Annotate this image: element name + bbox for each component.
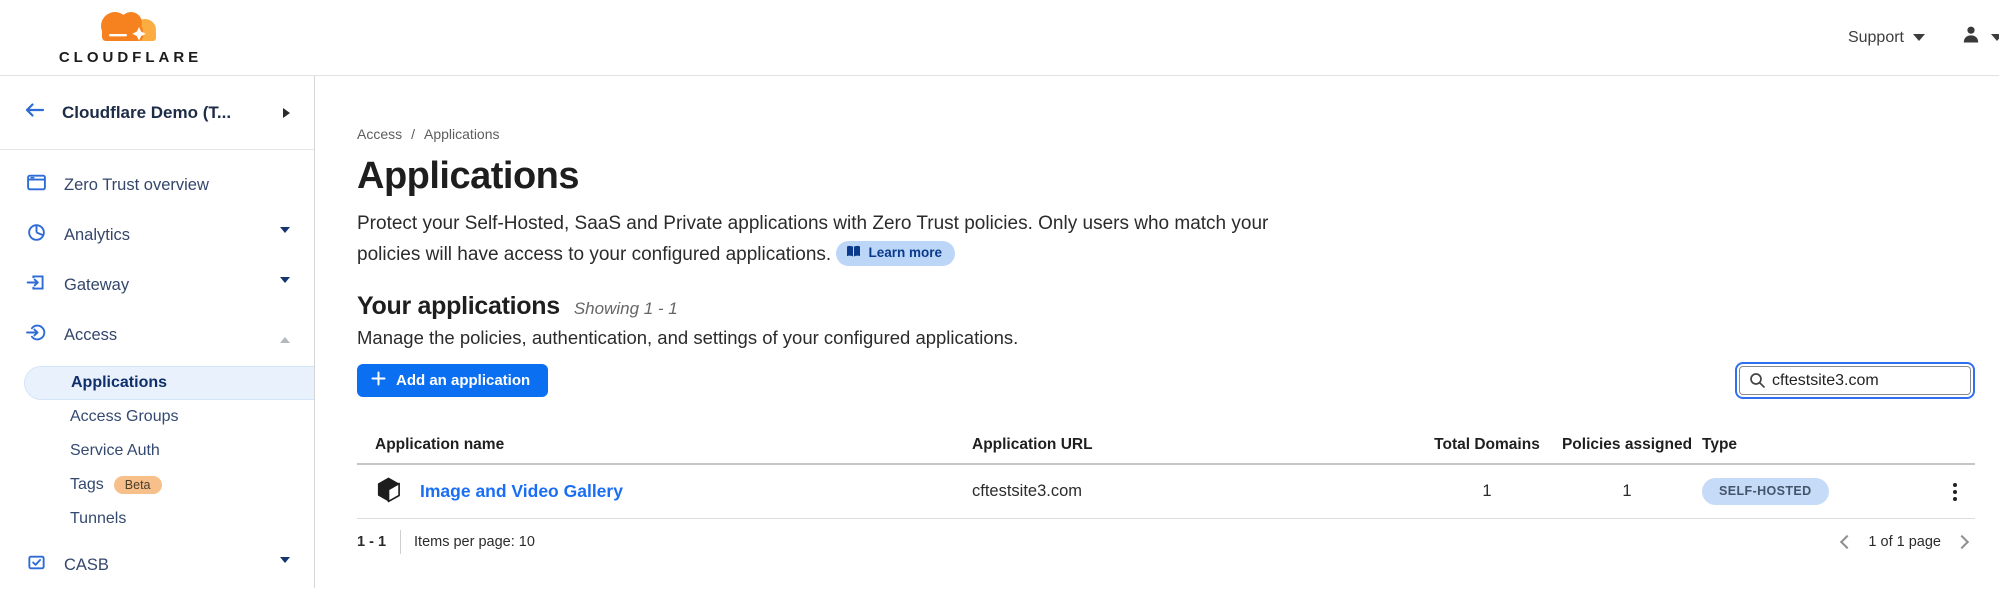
account-name: Cloudflare Demo (T... (62, 103, 267, 123)
type-cell: SELF-HOSTED (1702, 478, 1917, 505)
sidebar-item-access[interactable]: Access (0, 310, 314, 360)
section-title: Your applications (357, 292, 560, 321)
application-link[interactable]: Image and Video Gallery (420, 481, 623, 502)
row-actions-menu[interactable] (1949, 479, 1961, 505)
sidebar-item-label: Access (64, 326, 263, 345)
sidebar-item-tags[interactable]: Tags Beta (24, 468, 314, 502)
pagination-range: 1 - 1 (357, 534, 386, 550)
column-policies-assigned: Policies assigned (1552, 436, 1702, 454)
sidebar: Cloudflare Demo (T... Zero Trust overvie… (0, 76, 315, 588)
chevron-down-icon (1913, 34, 1925, 41)
chevron-up-icon[interactable] (280, 327, 290, 343)
subnav-item-label: Applications (71, 374, 167, 392)
account-switcher[interactable]: Cloudflare Demo (T... (0, 76, 314, 150)
sidebar-item-label: Zero Trust overview (64, 176, 290, 195)
top-header: CLOUDFLARE Support (0, 0, 1999, 76)
book-icon (846, 245, 861, 261)
header-actions: Support (1848, 23, 1999, 52)
breadcrumb-access[interactable]: Access (357, 126, 402, 142)
sidebar-item-label: Analytics (64, 226, 263, 245)
beta-badge: Beta (114, 476, 162, 495)
column-application-name: Application name (357, 436, 972, 454)
page-indicator: 1 of 1 page (1868, 534, 1941, 550)
chevron-down-icon[interactable] (280, 227, 290, 243)
section-header: Your applications Showing 1 - 1 (357, 292, 1975, 321)
sidebar-item-label: Gateway (64, 276, 263, 295)
sidebar-item-zero-trust-overview[interactable]: Zero Trust overview (0, 160, 314, 210)
next-page-button[interactable] (1955, 535, 1969, 549)
breadcrumb-applications[interactable]: Applications (424, 126, 500, 142)
cloudflare-logo[interactable]: CLOUDFLARE (28, 9, 233, 66)
cloudflare-cloud-icon (79, 9, 183, 48)
search-icon (1748, 371, 1767, 395)
sidebar-item-casb[interactable]: CASB (0, 540, 314, 590)
search-input[interactable] (1739, 366, 1971, 395)
application-cube-icon (375, 476, 402, 508)
pagination-divider (400, 530, 401, 554)
add-application-label: Add an application (396, 372, 530, 389)
subnav-item-label: Access Groups (70, 408, 178, 426)
main-content: Access / Applications Applications Prote… (315, 76, 1999, 588)
page-description-text: Protect your Self-Hosted, SaaS and Priva… (357, 213, 1268, 265)
pagination: 1 - 1 Items per page: 10 1 of 1 page (357, 530, 1975, 554)
application-name-cell: Image and Video Gallery (357, 476, 972, 508)
subnav-item-label: Tunnels (70, 510, 126, 528)
sidebar-nav: Zero Trust overview Analytics Gateway (0, 150, 314, 590)
applications-table: Application name Application URL Total D… (357, 436, 1975, 519)
subnav-item-label: Tags (70, 476, 104, 494)
user-menu[interactable] (1959, 23, 1999, 52)
sidebar-item-analytics[interactable]: Analytics (0, 210, 314, 260)
page-title: Applications (357, 154, 1975, 198)
column-application-url: Application URL (972, 436, 1422, 454)
casb-icon (26, 552, 47, 578)
sidebar-item-tunnels[interactable]: Tunnels (24, 502, 314, 536)
pie-chart-icon (26, 222, 47, 248)
chevron-right-icon[interactable] (283, 108, 290, 118)
sidebar-item-access-groups[interactable]: Access Groups (24, 400, 314, 434)
breadcrumb: Access / Applications (357, 126, 1975, 142)
page-description: Protect your Self-Hosted, SaaS and Priva… (357, 208, 1277, 270)
type-badge: SELF-HOSTED (1702, 478, 1829, 505)
table-row: Image and Video Gallery cftestsite3.com … (357, 465, 1975, 519)
sidebar-item-applications[interactable]: Applications (24, 366, 314, 400)
learn-more-link[interactable]: Learn more (836, 241, 955, 266)
section-subtitle: Manage the policies, authentication, and… (357, 327, 1975, 349)
chevron-down-icon (1991, 34, 1999, 41)
sidebar-item-service-auth[interactable]: Service Auth (24, 434, 314, 468)
application-url-cell: cftestsite3.com (972, 482, 1422, 501)
gateway-icon (26, 272, 47, 298)
column-total-domains: Total Domains (1422, 436, 1552, 454)
chevron-down-icon[interactable] (280, 277, 290, 293)
access-subnav: Applications Access Groups Service Auth … (0, 366, 314, 536)
previous-page-button[interactable] (1840, 535, 1854, 549)
application-search (1735, 362, 1975, 399)
plus-icon (371, 371, 386, 390)
table-header-row: Application name Application URL Total D… (357, 436, 1975, 465)
support-menu[interactable]: Support (1848, 29, 1925, 47)
breadcrumb-separator: / (411, 126, 415, 142)
logo-wordmark: CLOUDFLARE (59, 49, 202, 66)
policies-assigned-cell: 1 (1552, 482, 1702, 501)
column-type: Type (1702, 436, 1917, 454)
sidebar-item-label: CASB (64, 556, 263, 575)
access-icon (26, 322, 47, 348)
chevron-down-icon[interactable] (280, 557, 290, 573)
support-label: Support (1848, 29, 1904, 47)
subnav-item-label: Service Auth (70, 442, 160, 460)
back-arrow-icon[interactable] (22, 100, 46, 125)
showing-count: Showing 1 - 1 (574, 299, 678, 319)
sidebar-item-gateway[interactable]: Gateway (0, 260, 314, 310)
dashboard-icon (26, 172, 47, 198)
list-controls: Add an application (357, 362, 1975, 399)
items-per-page[interactable]: Items per page: 10 (414, 534, 535, 550)
learn-more-label: Learn more (868, 246, 942, 260)
total-domains-cell: 1 (1422, 482, 1552, 501)
add-application-button[interactable]: Add an application (357, 364, 548, 397)
person-icon (1959, 23, 1983, 52)
